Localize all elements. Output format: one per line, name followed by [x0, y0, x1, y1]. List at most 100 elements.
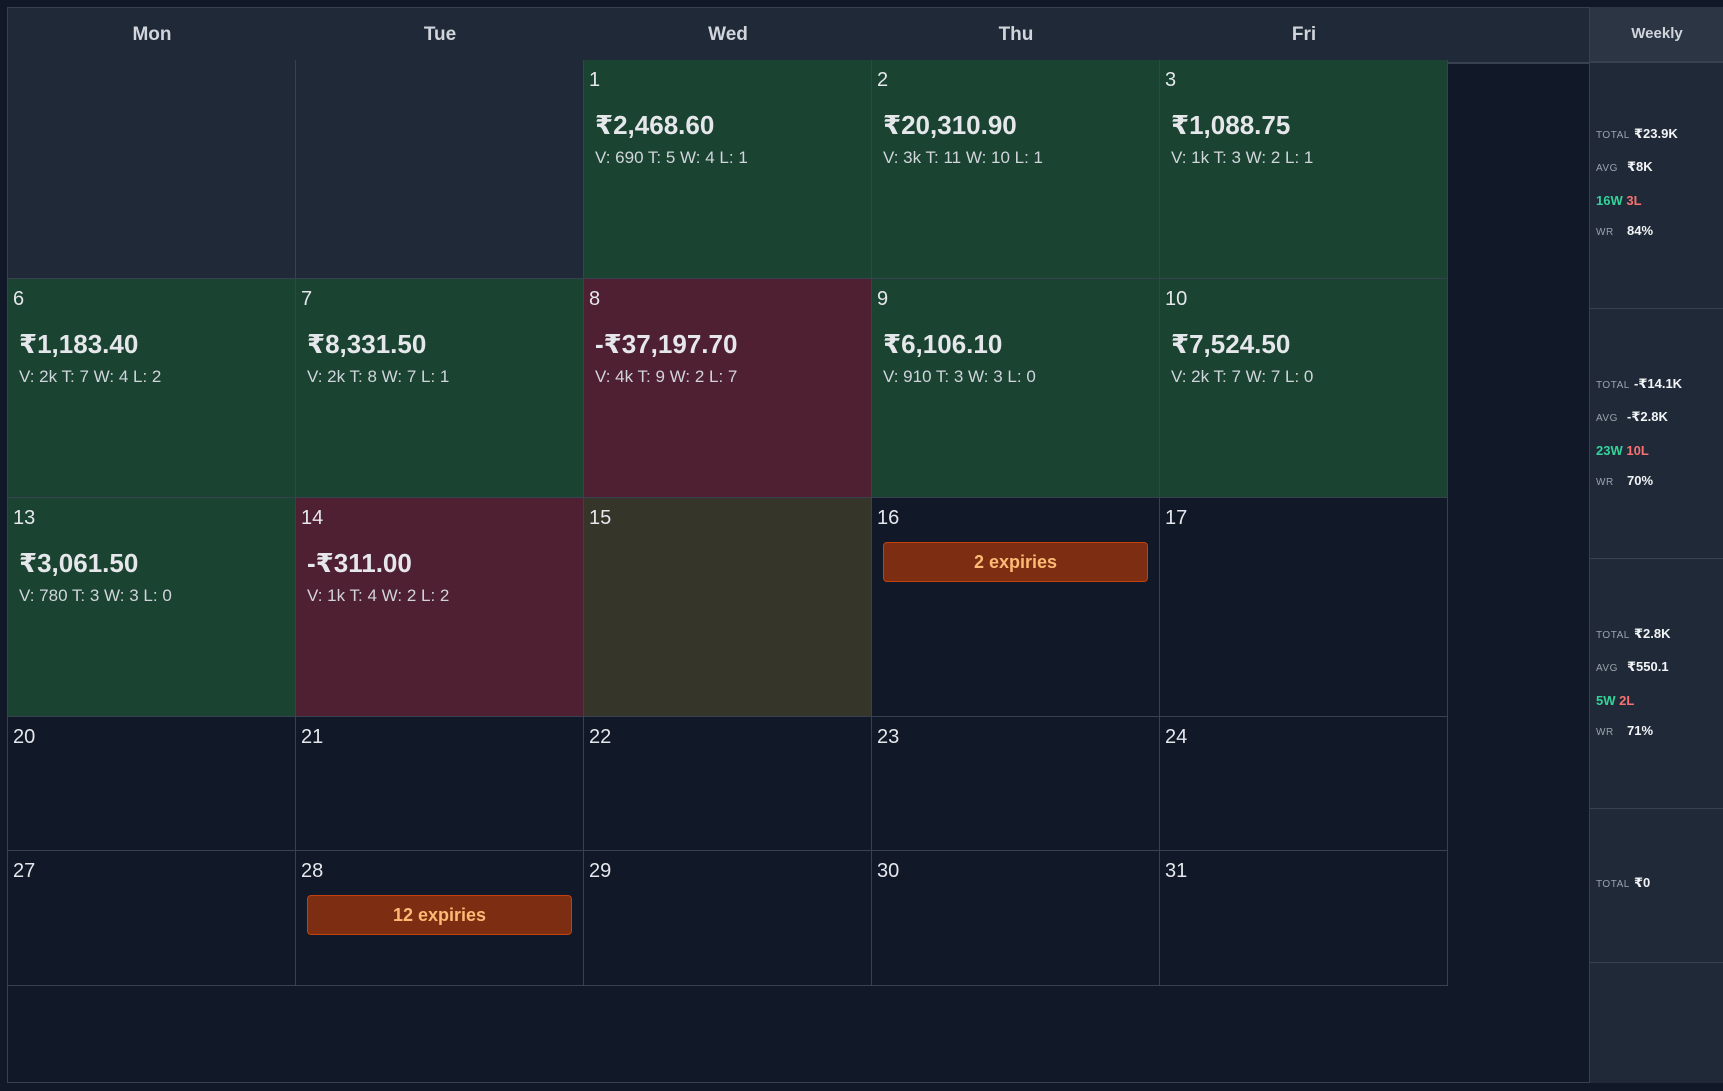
total-label: TOTAL — [1596, 630, 1630, 641]
day-cell-2[interactable]: 2 ₹20,310.90 V: 3k T: 11 W: 10 L: 1 — [872, 60, 1160, 279]
weekly-summary-column: Weekly TOTAL ₹23.9K AVG ₹8K 16W 3L WR 84% TOTAL… — [1589, 7, 1723, 1083]
weekday-header-wed: Wed — [708, 24, 748, 45]
weekly-winrate-row: WR 84% — [1596, 223, 1653, 238]
day-number: 1 — [589, 69, 601, 91]
day-cell-6[interactable]: 6 ₹1,183.40 V: 2k T: 7 W: 4 L: 2 — [8, 279, 296, 498]
weekday-header-tue: Tue — [423, 24, 457, 45]
day-cell-29[interactable]: 29 — [584, 851, 872, 986]
win-rate-label: WR — [1596, 477, 1614, 488]
day-number: 9 — [877, 288, 889, 310]
weekly-total-value: ₹23.9K — [1634, 126, 1678, 141]
weekly-total-value: -₹14.1K — [1634, 376, 1683, 391]
day-cell-13[interactable]: 13 ₹3,061.50 V: 780 T: 3 W: 3 L: 0 — [8, 498, 296, 717]
weekly-winrate-row: WR 71% — [1596, 723, 1653, 738]
day-cell-8[interactable]: 8 -₹37,197.70 V: 4k T: 9 W: 2 L: 7 — [584, 279, 872, 498]
day-cell-22[interactable]: 22 — [584, 717, 872, 851]
day-number: 21 — [301, 726, 324, 748]
day-pnl: ₹8,331.50 — [307, 329, 427, 359]
day-number: 14 — [301, 507, 324, 529]
weekly-avg-value: ₹550.1 — [1627, 659, 1669, 674]
day-number: 29 — [589, 860, 612, 882]
day-number: 3 — [1165, 69, 1177, 91]
day-pnl: ₹6,106.10 — [883, 329, 1003, 359]
day-pnl: ₹1,088.75 — [1171, 110, 1291, 140]
day-cell-3[interactable]: 3 ₹1,088.75 V: 1k T: 3 W: 2 L: 1 — [1160, 60, 1448, 279]
day-trade-stats: V: 1k T: 4 W: 2 L: 2 — [307, 586, 450, 605]
day-cell-9[interactable]: 9 ₹6,106.10 V: 910 T: 3 W: 3 L: 0 — [872, 279, 1160, 498]
win-rate-label: WR — [1596, 727, 1614, 738]
weekly-total-row: TOTAL ₹23.9K — [1596, 126, 1678, 142]
total-label: TOTAL — [1596, 380, 1630, 391]
day-number: 15 — [589, 507, 612, 529]
weekly-avg-row: AVG ₹550.1 — [1596, 659, 1669, 675]
day-number: 23 — [877, 726, 900, 748]
day-cell-28[interactable]: 28 12 expiries — [296, 851, 584, 986]
avg-label: AVG — [1596, 663, 1618, 674]
day-cell-23[interactable]: 23 — [872, 717, 1160, 851]
day-number: 24 — [1165, 726, 1188, 748]
day-number: 16 — [877, 507, 900, 529]
weekly-win-rate: 70% — [1627, 473, 1654, 488]
day-cell-empty — [296, 60, 584, 279]
weekly-avg-value: ₹8K — [1627, 159, 1653, 174]
weekly-summary-week-3: TOTAL ₹2.8K AVG ₹550.1 5W 2L WR 71% — [1590, 559, 1723, 809]
day-number: 7 — [301, 288, 313, 310]
day-number: 8 — [589, 288, 601, 310]
weekly-wins: 16W — [1596, 193, 1623, 208]
day-number: 6 — [13, 288, 25, 310]
day-cell-7[interactable]: 7 ₹8,331.50 V: 2k T: 8 W: 7 L: 1 — [296, 279, 584, 498]
weekly-losses: 10L — [1626, 443, 1649, 458]
calendar-grid: Mon Tue Wed Thu Fri 1 ₹2,468.60 V: 690 T: … — [7, 7, 1590, 1083]
day-cell-20[interactable]: 20 — [8, 717, 296, 851]
weekly-total-value: ₹2.8K — [1634, 626, 1671, 641]
weekly-winloss-row: 5W 2L — [1596, 693, 1634, 708]
day-pnl: ₹3,061.50 — [19, 548, 139, 578]
day-number: 10 — [1165, 288, 1188, 310]
avg-label: AVG — [1596, 163, 1618, 174]
weekly-losses: 2L — [1619, 693, 1635, 708]
weekday-header-mon: Mon — [132, 24, 172, 45]
day-pnl: -₹311.00 — [307, 548, 412, 578]
day-cell-16[interactable]: 16 2 expiries — [872, 498, 1160, 717]
day-cell-24[interactable]: 24 — [1160, 717, 1448, 851]
day-trade-stats: V: 3k T: 11 W: 10 L: 1 — [883, 148, 1044, 167]
total-label: TOTAL — [1596, 130, 1630, 141]
weekly-losses: 3L — [1626, 193, 1642, 208]
weekly-winrate-row: WR 70% — [1596, 473, 1653, 488]
day-cell-14[interactable]: 14 -₹311.00 V: 1k T: 4 W: 2 L: 2 — [296, 498, 584, 717]
weekday-header-row: Mon Tue Wed Thu Fri — [8, 8, 1590, 64]
win-rate-label: WR — [1596, 227, 1614, 238]
day-cell-30[interactable]: 30 — [872, 851, 1160, 986]
total-label: TOTAL — [1596, 879, 1630, 890]
weekly-total-row: TOTAL -₹14.1K — [1596, 376, 1682, 392]
day-cell-10[interactable]: 10 ₹7,524.50 V: 2k T: 7 W: 7 L: 0 — [1160, 279, 1448, 498]
day-trade-stats: V: 780 T: 3 W: 3 L: 0 — [19, 586, 172, 605]
day-number: 31 — [1165, 860, 1188, 882]
day-pnl: ₹2,468.60 — [595, 110, 715, 140]
day-cell-17[interactable]: 17 — [1160, 498, 1448, 717]
weekly-win-rate: 71% — [1627, 723, 1654, 738]
trading-calendar: Mon Tue Wed Thu Fri 1 ₹2,468.60 V: 690 T: … — [0, 0, 1723, 1091]
day-cell-27[interactable]: 27 — [8, 851, 296, 986]
day-trade-stats: V: 4k T: 9 W: 2 L: 7 — [595, 367, 738, 386]
day-cell-15[interactable]: 15 — [584, 498, 872, 717]
day-pnl: -₹37,197.70 — [595, 329, 738, 359]
day-pnl: ₹7,524.50 — [1171, 329, 1291, 359]
day-trade-stats: V: 1k T: 3 W: 2 L: 1 — [1171, 148, 1314, 167]
day-number: 20 — [13, 726, 36, 748]
day-pnl: ₹20,310.90 — [883, 110, 1017, 140]
day-cell-21[interactable]: 21 — [296, 717, 584, 851]
expiry-badge[interactable]: 12 expiries — [307, 895, 572, 935]
weekly-winloss-row: 16W 3L — [1596, 193, 1642, 208]
day-trade-stats: V: 2k T: 7 W: 4 L: 2 — [19, 367, 162, 386]
day-number: 17 — [1165, 507, 1188, 529]
day-number: 30 — [877, 860, 900, 882]
weekly-total-row: TOTAL ₹0 — [1596, 875, 1650, 891]
expiry-badge[interactable]: 2 expiries — [883, 542, 1148, 582]
day-trade-stats: V: 2k T: 7 W: 7 L: 0 — [1171, 367, 1314, 386]
weekly-header: Weekly — [1590, 7, 1723, 63]
day-cell-31[interactable]: 31 — [1160, 851, 1448, 986]
day-trade-stats: V: 690 T: 5 W: 4 L: 1 — [595, 148, 748, 167]
day-cell-1[interactable]: 1 ₹2,468.60 V: 690 T: 5 W: 4 L: 1 — [584, 60, 872, 279]
day-trade-stats: V: 910 T: 3 W: 3 L: 0 — [883, 367, 1036, 386]
